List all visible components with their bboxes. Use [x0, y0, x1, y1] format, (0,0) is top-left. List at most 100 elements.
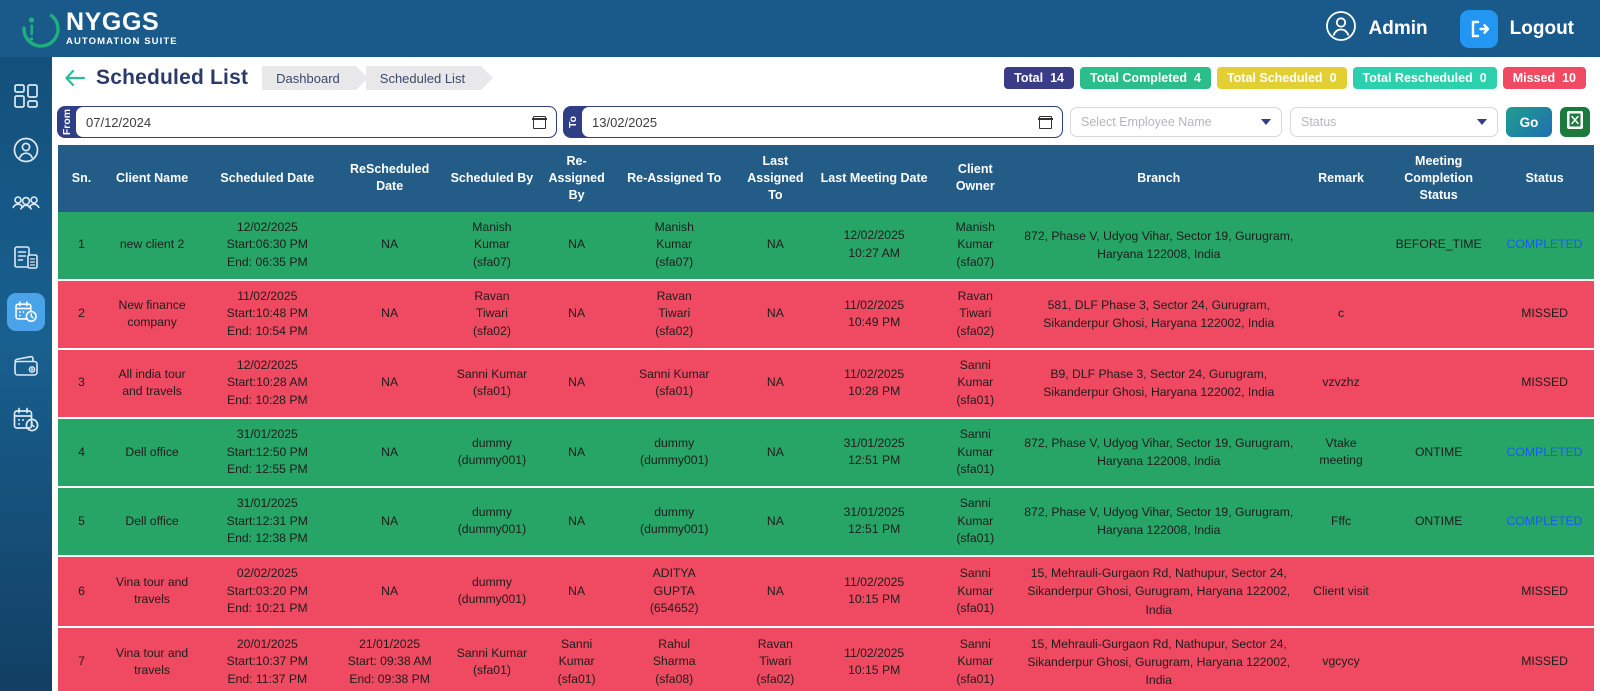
scheduled-by-line: Tiwari: [448, 305, 536, 323]
status-value[interactable]: COMPLETED: [1507, 445, 1583, 459]
scheduled-date: 12/02/2025Start:10:28 AMEnd: 10:28 PM: [199, 349, 335, 418]
column-header[interactable]: Remark: [1300, 145, 1382, 212]
last-assigned-to-line: NA: [739, 513, 811, 531]
breadcrumb-dashboard[interactable]: Dashboard: [262, 66, 356, 90]
column-header[interactable]: Scheduled By: [444, 145, 540, 212]
column-header[interactable]: Re-Assigned By: [540, 145, 613, 212]
sidebar-item-calendar[interactable]: [0, 393, 52, 447]
table-row[interactable]: 5Dell office31/01/2025Start:12:31 PMEnd:…: [58, 487, 1594, 556]
reassigned-to-line: (sfa08): [617, 671, 731, 689]
chevron-down-icon: [1261, 119, 1271, 125]
scheduled-date-line: 02/02/2025: [203, 565, 331, 583]
scheduled-by-line: (dummy001): [448, 591, 536, 609]
logout-button[interactable]: Logout: [1460, 10, 1574, 48]
client-owner: ManishKumar(sfa07): [933, 212, 1018, 280]
rescheduled-date: NA: [336, 212, 444, 280]
table-row[interactable]: 6Vina tour and travels02/02/2025Start:03…: [58, 556, 1594, 627]
reassigned-to-line: (dummy001): [617, 521, 731, 539]
table-body: 1new client 212/02/2025Start:06:30 PMEnd…: [58, 212, 1594, 691]
row-serial: 7: [58, 627, 105, 691]
document-calc-icon: [11, 243, 41, 273]
reassigned-by-line: NA: [544, 236, 609, 254]
badge-count: 4: [1194, 71, 1201, 85]
status-value: MISSED: [1521, 375, 1568, 389]
scheduled-list-table-container[interactable]: Sn.Client NameScheduled DateReScheduled …: [52, 145, 1600, 691]
scheduled-date-line: Start:12:31 PM: [203, 513, 331, 531]
status-badge[interactable]: Total Completed4: [1080, 67, 1211, 89]
scheduled-by-line: (dummy001): [448, 521, 536, 539]
breadcrumb-scheduled-list[interactable]: Scheduled List: [366, 66, 481, 90]
status-badge[interactable]: Total Rescheduled0: [1353, 67, 1497, 89]
sidebar-item-employees[interactable]: [0, 177, 52, 231]
scheduled-date-line: Start:06:30 PM: [203, 236, 331, 254]
status-select[interactable]: Status: [1290, 107, 1498, 137]
column-header[interactable]: Sn.: [58, 145, 105, 212]
sidebar-item-scheduled-list[interactable]: [0, 285, 52, 339]
status-badge[interactable]: Total Scheduled0: [1217, 67, 1347, 89]
status: COMPLETED: [1495, 212, 1594, 280]
table-row[interactable]: 1new client 212/02/2025Start:06:30 PMEnd…: [58, 212, 1594, 280]
status-badge[interactable]: Missed10: [1503, 67, 1586, 89]
status-value[interactable]: COMPLETED: [1507, 237, 1583, 251]
from-date-input[interactable]: 07/12/2024: [76, 107, 556, 137]
client-owner-line: Sanni: [937, 565, 1014, 583]
scheduled-date-line: Start:10:28 AM: [203, 374, 331, 392]
client-owner-line: (sfa01): [937, 600, 1014, 618]
client-owner-line: Kumar: [937, 374, 1014, 392]
admin-user[interactable]: Admin: [1325, 10, 1428, 47]
column-header[interactable]: Client Owner: [933, 145, 1018, 212]
rescheduled-date-line: 21/01/2025: [340, 636, 440, 654]
client-owner: SanniKumar(sfa01): [933, 418, 1018, 487]
column-header[interactable]: ReScheduled Date: [336, 145, 444, 212]
column-header[interactable]: Meeting Completion Status: [1382, 145, 1495, 212]
sidebar-item-reports[interactable]: [0, 231, 52, 285]
branch: 872, Phase V, Udyog Vihar, Sector 19, Gu…: [1018, 487, 1300, 556]
remark: vgcycy: [1300, 627, 1382, 691]
status-select-placeholder: Status: [1301, 115, 1336, 129]
reassigned-to-line: Manish: [617, 219, 731, 237]
calendar-icon[interactable]: [533, 116, 546, 129]
sidebar-item-profile[interactable]: [0, 123, 52, 177]
table-row[interactable]: 2New finance company11/02/2025Start:10:4…: [58, 280, 1594, 349]
excel-export-button[interactable]: [1560, 107, 1590, 137]
column-header[interactable]: Status: [1495, 145, 1594, 212]
calendar-icon[interactable]: [1039, 116, 1052, 129]
status: COMPLETED: [1495, 418, 1594, 487]
reassigned-to: RahulSharma(sfa08): [613, 627, 735, 691]
column-header[interactable]: Last Meeting Date: [815, 145, 933, 212]
scheduled-date-line: Start:12:50 PM: [203, 444, 331, 462]
reassigned-by: NA: [540, 418, 613, 487]
column-header[interactable]: Last Assigned To: [735, 145, 815, 212]
badge-count: 10: [1562, 71, 1576, 85]
last-meeting-date-line: 11/02/2025: [819, 645, 929, 663]
last-meeting-date: 31/01/202512:51 PM: [815, 418, 933, 487]
back-arrow-icon[interactable]: [62, 65, 88, 91]
column-header[interactable]: Scheduled Date: [199, 145, 335, 212]
column-header[interactable]: Branch: [1018, 145, 1300, 212]
brand-logo[interactable]: NYGGS AUTOMATION SUITE: [0, 6, 178, 52]
column-header[interactable]: Re-Assigned To: [613, 145, 735, 212]
scheduled-date-line: 12/02/2025: [203, 219, 331, 237]
last-meeting-date-line: 11/02/2025: [819, 297, 929, 315]
table-row[interactable]: 3All india tour and travels12/02/2025Sta…: [58, 349, 1594, 418]
sidebar-item-expenses[interactable]: [0, 339, 52, 393]
rescheduled-date-line: Start: 09:38 AM: [340, 653, 440, 671]
client-owner-line: (sfa01): [937, 392, 1014, 410]
to-date-input[interactable]: 13/02/2025: [582, 107, 1062, 137]
column-header[interactable]: Client Name: [105, 145, 199, 212]
table-row[interactable]: 4Dell office31/01/2025Start:12:50 PMEnd:…: [58, 418, 1594, 487]
last-assigned-to-line: NA: [739, 444, 811, 462]
status-value[interactable]: COMPLETED: [1507, 514, 1583, 528]
status-badge[interactable]: Total14: [1004, 67, 1074, 89]
rescheduled-date-line: NA: [340, 236, 440, 254]
meeting-completion-status: [1382, 349, 1495, 418]
last-assigned-to-line: NA: [739, 583, 811, 601]
last-assigned-to-line: NA: [739, 374, 811, 392]
sidebar-item-dashboard[interactable]: [0, 69, 52, 123]
table-row[interactable]: 7Vina tour and travels20/01/2025Start:10…: [58, 627, 1594, 691]
scheduled-by-line: (sfa07): [448, 254, 536, 272]
employee-select[interactable]: Select Employee Name: [1070, 107, 1282, 137]
page-content: Scheduled List Dashboard Scheduled List …: [52, 57, 1600, 691]
scheduled-date-line: End: 12:55 PM: [203, 461, 331, 479]
go-button[interactable]: Go: [1506, 107, 1552, 137]
